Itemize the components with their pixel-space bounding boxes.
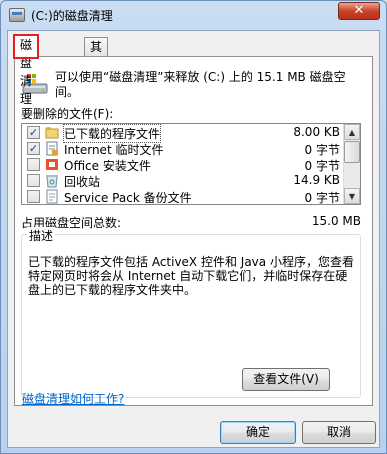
checkbox[interactable] [27,190,40,203]
file-size: 8.00 KB [293,125,340,139]
file-name: Service Pack 备份文件 [64,191,192,205]
recycle-bin-icon [46,175,58,188]
file-list-scrollbar[interactable]: ▲ ▼ [343,124,360,204]
description-text: 已下载的程序文件包括 ActiveX 控件和 Java 小程序，您查看特定网页时… [28,255,354,297]
checkbox[interactable] [27,158,40,171]
description-legend: 描述 [27,227,56,244]
cancel-button[interactable]: 取消 [302,421,376,444]
checkbox[interactable] [27,174,40,187]
scroll-up-arrow-icon[interactable]: ▲ [344,124,360,140]
window-title: (C:)的磁盘清理 [31,9,113,23]
files-to-delete-label: 要删除的文件(F): [21,107,114,121]
summary-text: 可以使用“磁盘清理”来释放 (C:) 上的 15.1 MB 磁盘空间。 [55,70,346,99]
file-row-service-pack-backup[interactable]: Service Pack 备份文件 0 字节 [22,188,344,205]
file-row-recycle-bin[interactable]: 回收站 14.9 KB [22,172,344,189]
title-bar[interactable]: (C:)的磁盘清理 ✕ [1,1,386,29]
total-space-value: 15.0 MB [311,214,361,228]
file-row-office-setup[interactable]: Office 安装文件 0 字节 [22,156,344,173]
total-space-row: 占用磁盘空间总数: 15.0 MB [21,214,361,231]
document-lock-icon [46,141,58,156]
file-size: 14.9 KB [293,173,340,187]
scroll-thumb[interactable] [344,141,360,163]
checkbox[interactable]: ✓ [27,142,40,155]
ok-button[interactable]: 确定 [220,421,296,444]
close-button[interactable]: ✕ [338,2,380,20]
folder-icon [45,127,59,139]
description-group: 描述 已下载的程序文件包括 ActiveX 控件和 Java 小程序，您查看特定… [21,227,361,398]
file-row-internet-temp[interactable]: ✓ Internet 临时文件 0 字节 [22,140,344,157]
office-icon [46,159,58,170]
dialog-body: 磁盘清理 其他选项 可以使用“磁盘清理”来释放 (C:) 上的 15.1 MB … [7,30,380,448]
scroll-down-arrow-icon[interactable]: ▼ [344,188,360,204]
help-link[interactable]: 磁盘清理如何工作? [22,390,124,407]
file-row-downloaded-programs[interactable]: ✓ 已下载的程序文件 8.00 KB [22,124,344,143]
tab-more-options[interactable]: 其他选项 [84,37,109,108]
view-files-button[interactable]: 查看文件(V) [242,368,330,391]
disk-cleanup-window: (C:)的磁盘清理 ✕ 磁盘清理 其他选项 可以使用“磁盘清理”来释放 (C:)… [0,0,387,454]
file-size: 0 字节 [304,191,340,205]
document-icon [46,189,58,204]
disk-cleanup-panel: 可以使用“磁盘清理”来释放 (C:) 上的 15.1 MB 磁盘空间。 要删除的… [14,56,373,406]
files-to-delete-list[interactable]: ✓ 已下载的程序文件 8.00 KB ✓ Internet 临时文件 0 字节 … [21,123,361,205]
tab-disk-cleanup[interactable]: 磁盘清理 [12,34,40,106]
checkbox[interactable]: ✓ [27,126,40,139]
disk-cleanup-icon [9,8,25,22]
